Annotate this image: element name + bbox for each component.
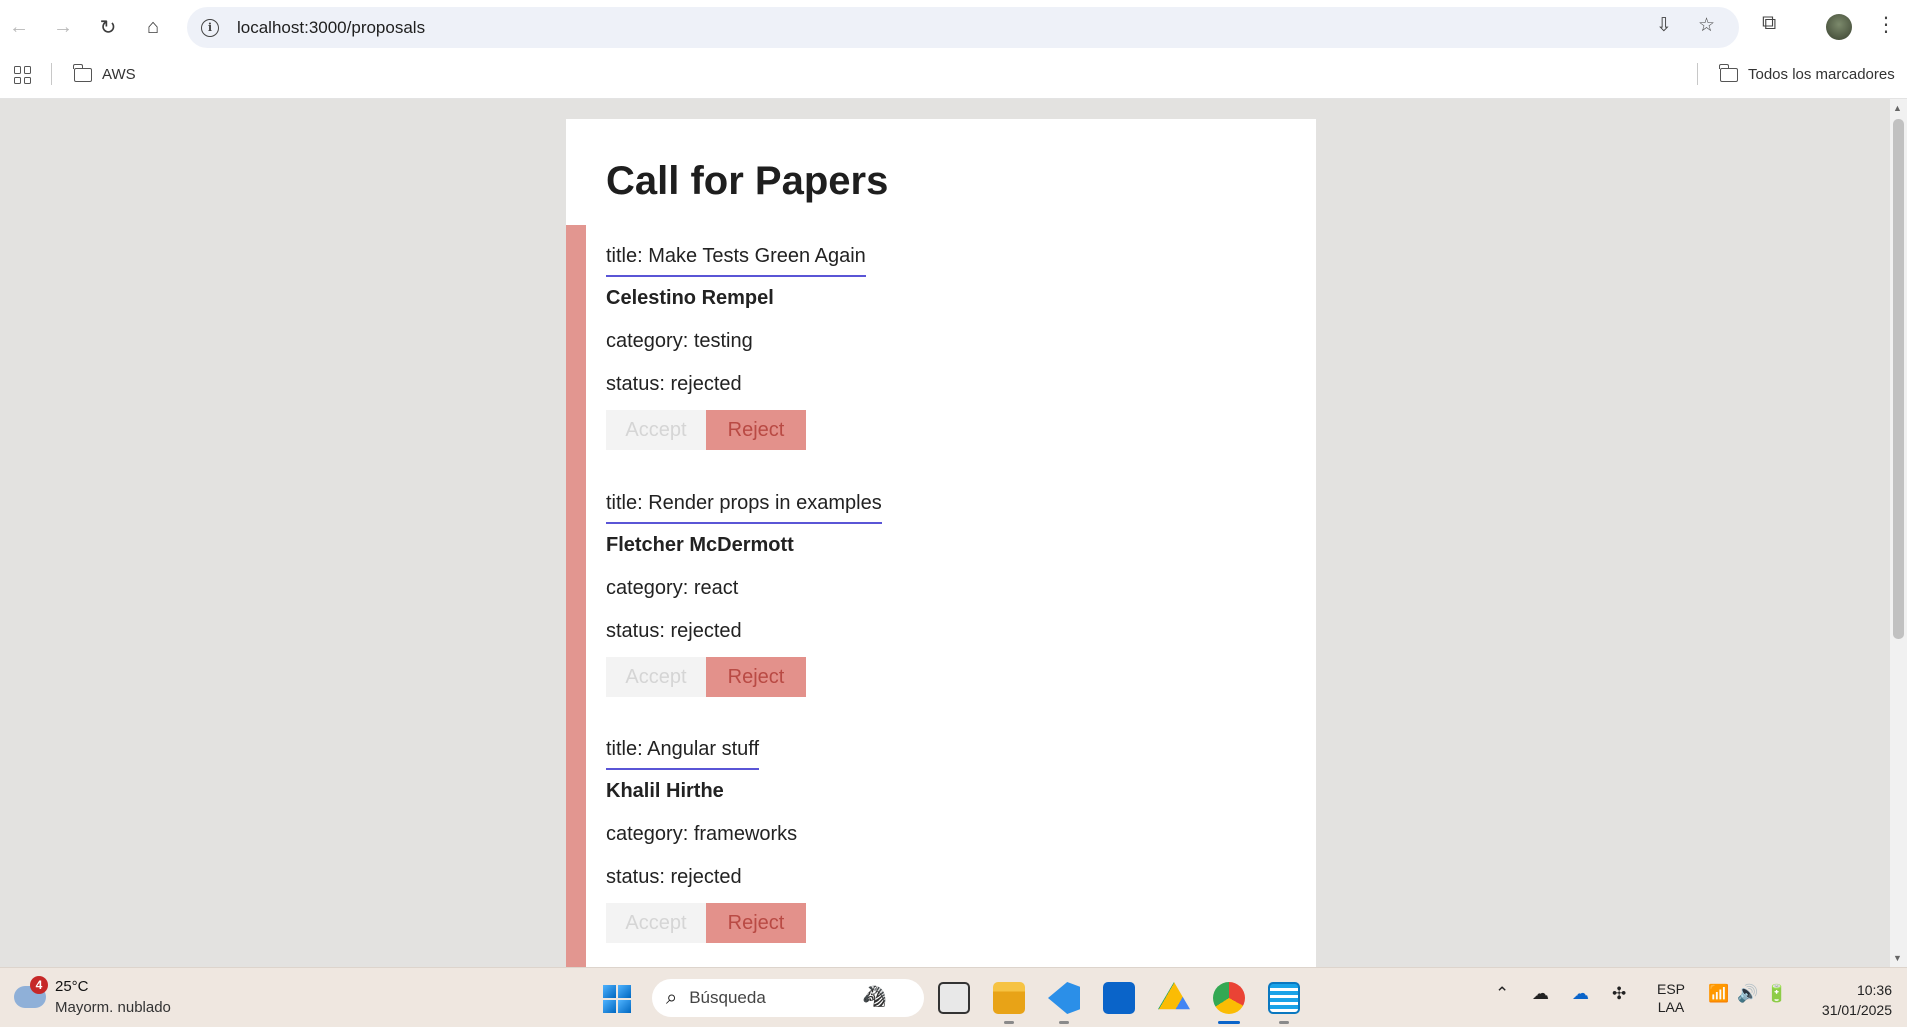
reload-icon[interactable]: ↻ [93,12,123,42]
bookmarks-divider [1697,63,1698,85]
onedrive-outline-icon[interactable]: ☁ [1532,984,1549,1004]
profile-avatar[interactable] [1826,14,1852,40]
browser-chrome: ← → ↻ ⌂ i localhost:3000/proposals ⇩ ☆ ⧉… [0,0,1907,99]
app-running-indicator [1059,1021,1069,1024]
proposal-actions: Accept Reject [606,657,806,697]
clock-date: 31/01/2025 [1821,1002,1892,1018]
folder-icon [1719,63,1738,82]
windows-start-icon[interactable] [603,985,631,1013]
bookmark-label: AWS [102,66,136,83]
battery-icon[interactable]: 🔋 [1766,984,1787,1004]
bookmark-star-icon[interactable]: ☆ [1698,14,1715,37]
app-running-indicator [1279,1021,1289,1024]
app-running-indicator [1004,1021,1014,1024]
language-primary: ESP [1657,981,1686,997]
install-app-icon[interactable]: ⇩ [1656,14,1672,37]
dropbox-icon[interactable]: ✣ [1612,984,1626,1004]
address-bar[interactable]: i localhost:3000/proposals [187,7,1739,48]
app-active-indicator [1218,1021,1240,1024]
page-title: Call for Papers [606,159,889,203]
proposal-status: status: rejected [606,866,742,888]
scrollbar-thumb[interactable] [1893,119,1904,639]
accent-bar [566,225,586,969]
menu-kebab-icon[interactable]: ⋮ [1876,12,1896,37]
browser-toolbar: ← → ↻ ⌂ i localhost:3000/proposals ⇩ ☆ ⧉… [0,0,1907,54]
accept-button[interactable]: Accept [606,410,706,450]
proposal-status: status: rejected [606,373,742,395]
scroll-down-icon[interactable]: ▼ [1893,953,1902,963]
proposal-category: category: react [606,577,739,599]
proposal-status: status: rejected [606,620,742,642]
back-arrow-icon[interactable]: ← [4,12,34,42]
home-icon[interactable]: ⌂ [138,12,168,42]
file-explorer-icon[interactable] [993,982,1025,1014]
weather-temp[interactable]: 25°C [55,978,89,995]
outlook-icon[interactable] [1103,982,1135,1014]
system-clock[interactable]: 10:36 31/01/2025 [1808,980,1892,1020]
site-info-icon[interactable]: i [201,18,219,37]
scroll-up-icon[interactable]: ▲ [1893,103,1902,113]
proposal-category: category: testing [606,330,753,352]
reject-button[interactable]: Reject [706,903,806,943]
proposals-card: Call for Papers title: Make Tests Green … [566,119,1316,969]
chrome-icon[interactable] [1213,982,1245,1014]
folder-icon [73,63,92,82]
proposal-actions: Accept Reject [606,903,806,943]
proposal-title[interactable]: title: Angular stuff [606,738,760,770]
all-bookmarks-folder[interactable]: Todos los marcadores [1719,63,1895,83]
bookmarks-divider [51,63,52,85]
reject-button[interactable]: Reject [706,410,806,450]
search-placeholder: Búsqueda [689,988,766,1007]
weather-badge: 4 [30,976,48,994]
bookmark-folder-aws[interactable]: AWS [73,63,136,83]
onedrive-icon[interactable]: ☁ [1572,984,1589,1004]
extensions-icon[interactable]: ⧉ [1762,12,1776,35]
apps-grid-icon[interactable] [14,66,32,84]
reject-button[interactable]: Reject [706,657,806,697]
proposal-actions: Accept Reject [606,410,806,450]
windows-taskbar: 4 25°C Mayorm. nublado ⌕ Búsqueda 🦓 ⌃ ☁ … [0,967,1907,1027]
proposal-category: category: frameworks [606,823,798,845]
vscode-icon[interactable] [1048,982,1080,1014]
notepad-icon[interactable] [1268,982,1300,1014]
search-highlight-icon: 🦓 [862,986,887,1008]
clock-time: 10:36 [1856,982,1892,998]
language-secondary: LAA [1657,999,1685,1015]
accept-button[interactable]: Accept [606,903,706,943]
proposal-title[interactable]: title: Render props in examples [606,492,882,524]
task-view-icon[interactable] [938,982,970,1014]
accept-button[interactable]: Accept [606,657,706,697]
search-icon: ⌕ [666,986,678,1009]
volume-icon[interactable]: 🔊 [1737,984,1758,1004]
bookmarks-bar: AWS Todos los marcadores [0,54,1907,99]
wifi-icon[interactable]: 📶 [1708,984,1729,1004]
proposal-speaker: Fletcher McDermott [606,534,794,556]
all-bookmarks-label: Todos los marcadores [1748,66,1895,83]
weather-desc[interactable]: Mayorm. nublado [55,999,171,1016]
page-scrollbar[interactable]: ▲ ▼ [1890,99,1907,967]
proposal-title[interactable]: title: Make Tests Green Again [606,245,866,277]
language-indicator[interactable]: ESP LAA [1657,980,1685,1016]
forward-arrow-icon[interactable]: → [48,12,78,42]
proposal-speaker: Khalil Hirthe [606,780,724,802]
address-url[interactable]: localhost:3000/proposals [237,18,425,38]
google-drive-icon[interactable] [1158,982,1190,1010]
proposal-speaker: Celestino Rempel [606,287,774,309]
chevron-up-icon[interactable]: ⌃ [1495,984,1509,1004]
